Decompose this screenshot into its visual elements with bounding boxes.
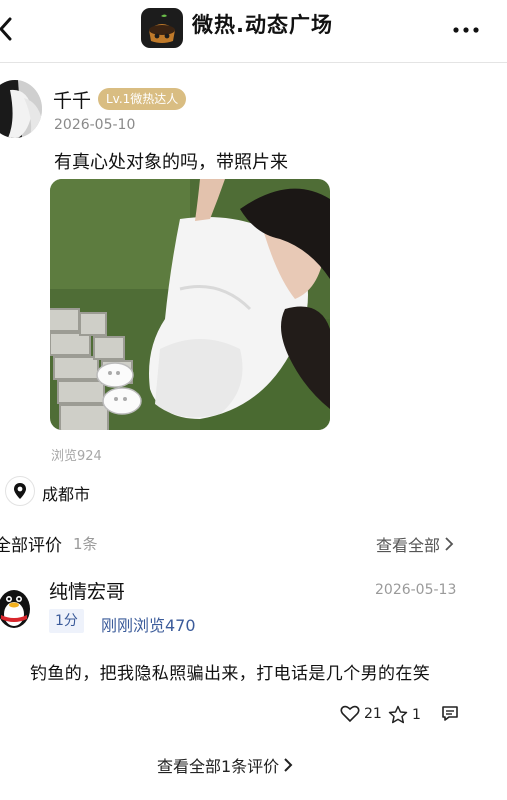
chevron-right-icon — [284, 758, 293, 772]
comment-score-badge: 1分 — [49, 609, 84, 633]
like-count: 21 — [364, 706, 382, 722]
post-date: 2026-05-10 — [54, 117, 136, 133]
author-name[interactable]: 千千 — [53, 86, 91, 113]
back-button[interactable] — [0, 14, 16, 44]
post-photo[interactable] — [50, 179, 330, 430]
star-button[interactable]: 1 — [388, 705, 421, 724]
comment-text: 钓鱼的，把我隐私照骗出来，打电话是几个男的在笑 — [30, 664, 431, 684]
like-button[interactable]: 21 — [340, 705, 382, 723]
level-badge: Lv.1微热达人 — [98, 88, 187, 110]
view-all-comments-link[interactable]: 查看全部1条评价 — [157, 753, 293, 777]
map-pin-icon — [5, 476, 35, 506]
app-logo-icon — [141, 8, 183, 48]
chevron-right-icon — [445, 537, 454, 551]
location-label[interactable]: 成都市 — [42, 481, 90, 505]
author-avatar[interactable] — [0, 80, 42, 138]
penguin-avatar-icon[interactable] — [0, 585, 34, 629]
commenter-recent-views: 刚刚浏览470 — [101, 616, 196, 635]
post-text: 有真心处对象的吗，带照片来 — [54, 152, 288, 173]
more-button[interactable] — [451, 22, 481, 38]
view-all-comments-label: 查看全部1条评价 — [157, 757, 280, 776]
comments-section-title: 全部评价 — [0, 536, 62, 556]
more-horizontal-icon — [453, 27, 479, 33]
comment-icon — [442, 706, 458, 721]
comments-count: 1条 — [73, 535, 98, 553]
reply-button[interactable] — [441, 705, 459, 722]
see-all-label: 查看全部 — [376, 536, 441, 555]
star-icon — [388, 705, 408, 724]
commenter-name[interactable]: 纯情宏哥 — [49, 577, 125, 604]
heart-icon — [340, 705, 360, 723]
view-count: 浏览924 — [51, 449, 102, 464]
see-all-comments-link[interactable]: 查看全部 — [376, 532, 454, 556]
top-bar: 微热.动态广场 — [0, 0, 507, 62]
chevron-left-icon — [0, 17, 12, 41]
comment-date: 2026-05-13 — [375, 582, 457, 598]
header-divider — [0, 62, 507, 63]
star-count: 1 — [412, 706, 421, 723]
app-title: 微热.动态广场 — [192, 13, 333, 37]
